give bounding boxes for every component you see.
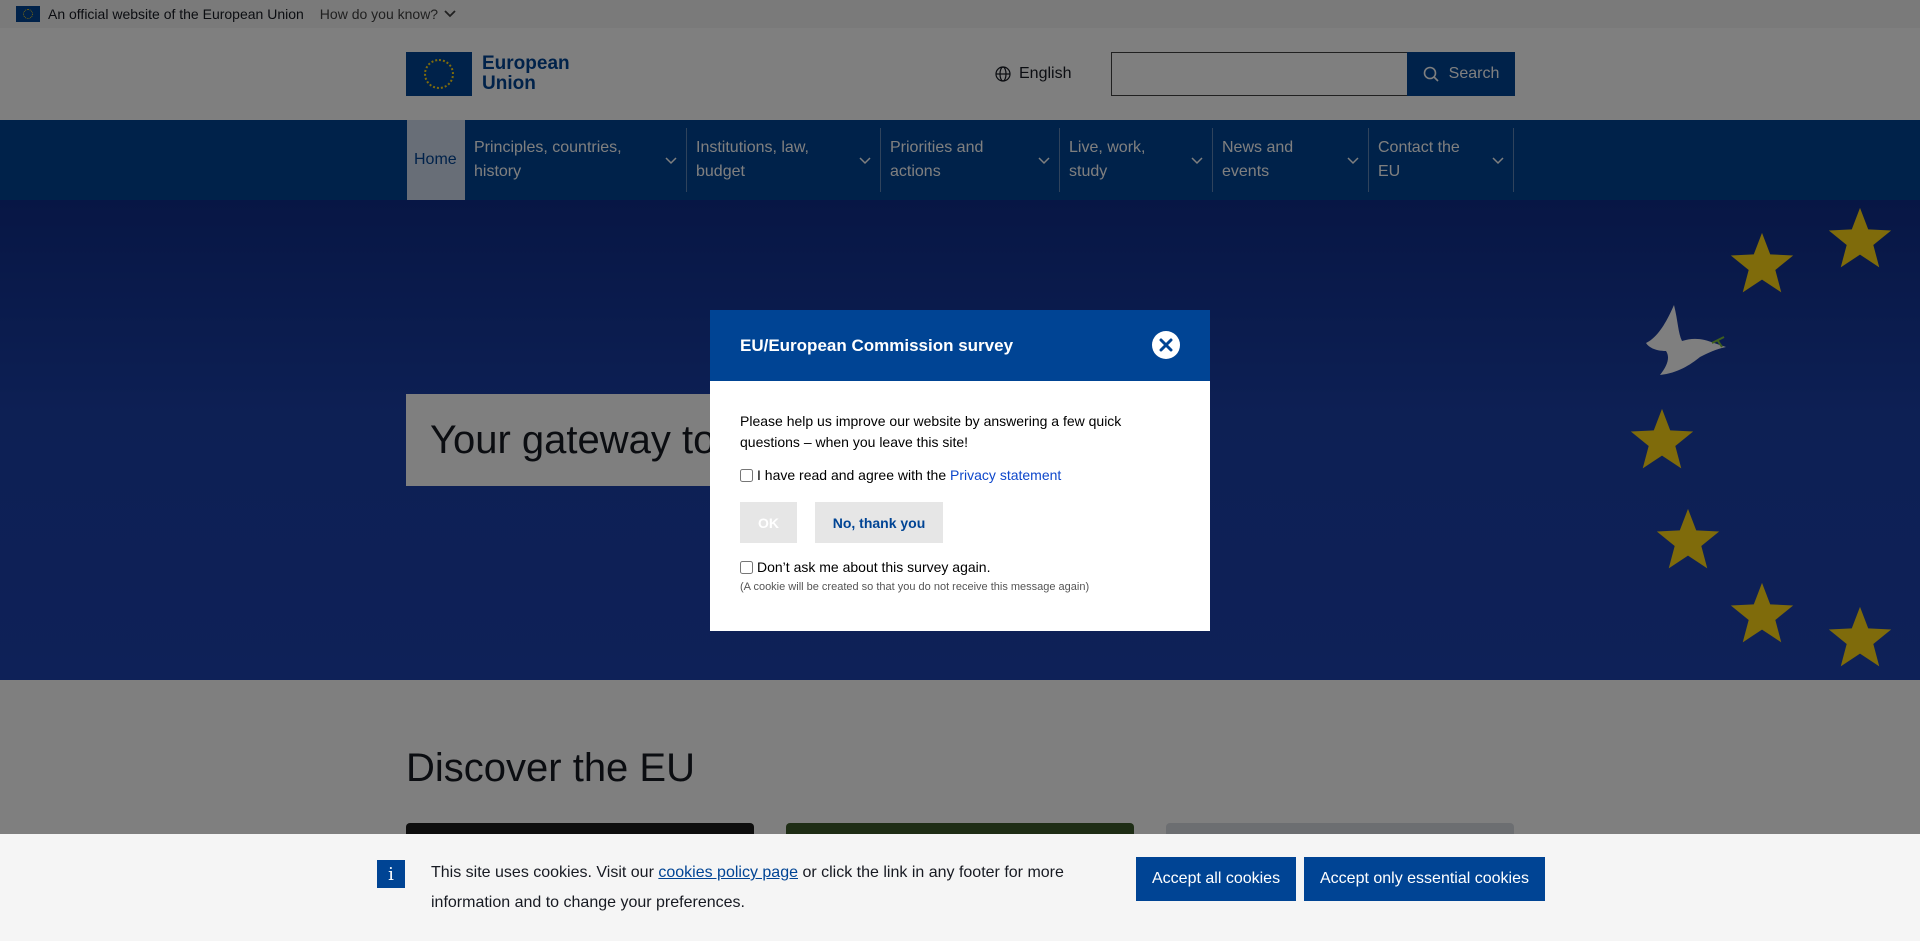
privacy-statement-link[interactable]: Privacy statement xyxy=(950,467,1061,483)
ok-button[interactable]: OK xyxy=(740,502,797,543)
cookie-banner: i This site uses cookies. Visit our cook… xyxy=(0,834,1920,941)
cookie-message: This site uses cookies. Visit our cookie… xyxy=(431,858,1091,918)
close-icon xyxy=(1159,338,1173,352)
accept-essential-cookies-button[interactable]: Accept only essential cookies xyxy=(1304,857,1545,901)
dont-ask-checkbox[interactable] xyxy=(740,561,753,574)
cookie-note: (A cookie will be created so that you do… xyxy=(740,581,1090,593)
privacy-agree-checkbox[interactable] xyxy=(740,469,753,482)
dont-ask-label: Don’t ask me about this survey again. xyxy=(757,559,991,575)
dont-ask-row: Don’t ask me about this survey again. xyxy=(740,557,1180,578)
close-button[interactable] xyxy=(1152,331,1180,359)
info-icon: i xyxy=(377,860,405,888)
no-thank-you-button[interactable]: No, thank you xyxy=(815,502,943,543)
accept-all-cookies-button[interactable]: Accept all cookies xyxy=(1136,857,1297,901)
cookie-text-before: This site uses cookies. Visit our xyxy=(431,864,654,881)
survey-modal: EU/European Commission survey Please hel… xyxy=(710,310,1210,631)
survey-modal-header: EU/European Commission survey xyxy=(710,310,1210,381)
survey-modal-body: Please help us improve our website by an… xyxy=(710,381,1210,594)
survey-buttons: OK No, thank you xyxy=(740,502,1180,543)
privacy-agree-label: I have read and agree with the Privacy s… xyxy=(757,465,1061,486)
survey-intro-text: Please help us improve our website by an… xyxy=(740,413,1122,450)
privacy-agree-text: I have read and agree with the xyxy=(757,467,947,483)
cookies-policy-link[interactable]: cookies policy page xyxy=(658,864,798,881)
survey-modal-title: EU/European Commission survey xyxy=(740,335,1014,355)
privacy-agree-row: I have read and agree with the Privacy s… xyxy=(740,465,1180,486)
